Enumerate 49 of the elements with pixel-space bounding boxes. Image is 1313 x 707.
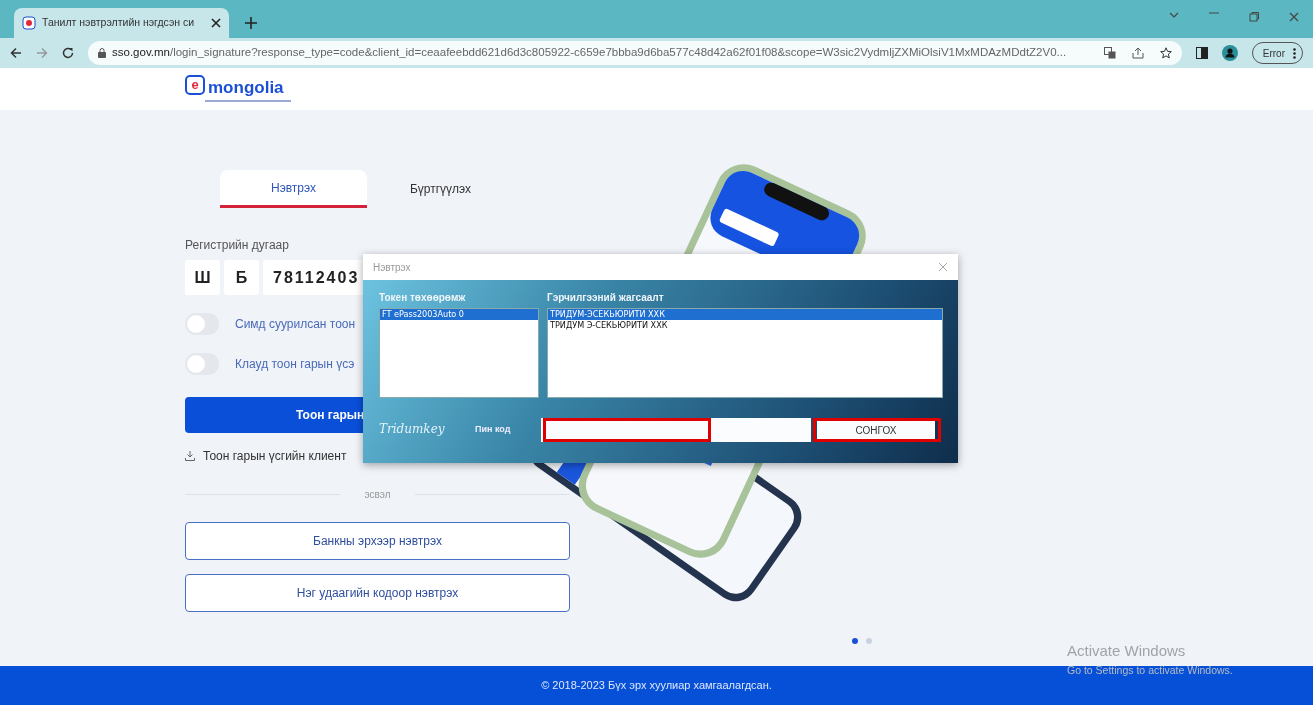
address-bar[interactable]: sso.gov.mn/login_signature?response_type=code&client_id=ceaafeebdd621d6d3c805922-c659e7bbba9d6ba577c48d42a62f01f08&scope=W3sic2VydmljZXMiOlsiV1MxMDAzMDdtZ2V0... [88, 41, 1182, 65]
reload-icon[interactable] [62, 47, 74, 59]
toggle-switch[interactable] [185, 353, 219, 375]
translate-icon[interactable] [1103, 47, 1116, 59]
tab-title: Танилт нэвтрэлтийн нэгдсэн си [42, 15, 196, 31]
notice-text: Go to Settings to activate Windows. [1067, 662, 1233, 678]
carousel-dot[interactable] [852, 638, 858, 644]
divider-text: эсвэл [364, 488, 391, 502]
browser-tab[interactable]: Танилт нэвтрэлтийн нэгдсэн си [14, 8, 229, 38]
letter-select[interactable]: Ш [185, 260, 220, 295]
carousel-dot[interactable] [866, 638, 872, 644]
letter-select[interactable]: Б [224, 260, 259, 295]
close-icon[interactable] [211, 18, 221, 28]
copyright-text: © 2018-2023 Бүх эрх хуулиар хамгаалагдсан. [541, 678, 772, 694]
list-item[interactable]: ТРИДУМ Э-СЕКЬЮРИТИ ХХК [548, 320, 942, 331]
login-tab[interactable]: Бүртгүүлэх [367, 170, 514, 208]
download-link[interactable]: Тоон гарын үсгийн клиент [203, 447, 347, 465]
list-label: Гэрчилгээний жагсаалт [547, 291, 665, 305]
field-label: Регистрийн дугаар [185, 237, 290, 254]
toggle-label: Симд суурилсан тоон [235, 316, 356, 333]
lock-icon [98, 48, 106, 58]
toggle-switch[interactable] [185, 313, 219, 335]
list-item[interactable]: ТРИДУМ-ЭСЕКЬЮРИТИ ХХК [548, 309, 942, 320]
share-icon[interactable] [1131, 47, 1144, 59]
logo-badge: e [185, 74, 205, 95]
more-icon [1293, 47, 1296, 59]
back-icon[interactable] [10, 47, 22, 59]
maximize-icon[interactable] [1249, 12, 1259, 22]
toggle-label: Клауд тоон гарын үсэ [235, 356, 355, 373]
side-panel-icon[interactable] [1195, 47, 1208, 59]
star-icon[interactable] [1159, 47, 1172, 59]
url-text: sso.gov.mn/login_signature?response_type=code&client_id=ceaafeebdd621d6d3c805922-c659e7bbba9d6ba577c48d42a62f01f08&scope=W3sic2VydmljZXMiOlsiV1MxMDAzMDdtZ2V0... [112, 45, 1067, 61]
list-item[interactable]: FT ePass2003Auto 0 [380, 309, 538, 320]
logo-text: mongolia [208, 76, 285, 99]
notice-title: Activate Windows [1067, 641, 1187, 661]
chevron-down-icon[interactable] [1169, 12, 1179, 18]
list-box[interactable]: FT ePass2003Auto 0 [379, 308, 539, 398]
login-option-button[interactable]: Нэг удаагийн кодоор нэвтрэх [185, 574, 570, 612]
pin-label: Пин код [475, 423, 512, 437]
login-option-button[interactable]: Банкны эрхээр нэвтрэх [185, 522, 570, 560]
new-tab-icon[interactable] [245, 17, 257, 29]
download-icon [185, 451, 195, 461]
profile-icon[interactable] [1221, 45, 1238, 61]
list-box[interactable]: ТРИДУМ-ЭСЕКЬЮРИТИ ХХК ТРИДУМ Э-СЕКЬЮРИТИ ХХК [547, 308, 943, 398]
brand-logo: Tridumkey [379, 422, 446, 438]
login-tab[interactable]: Нэвтрэх [220, 170, 367, 208]
list-label: Токен төхөөрөмж [379, 291, 467, 305]
dialog-title: Нэвтрэх [373, 260, 411, 275]
favicon-icon [22, 16, 36, 30]
